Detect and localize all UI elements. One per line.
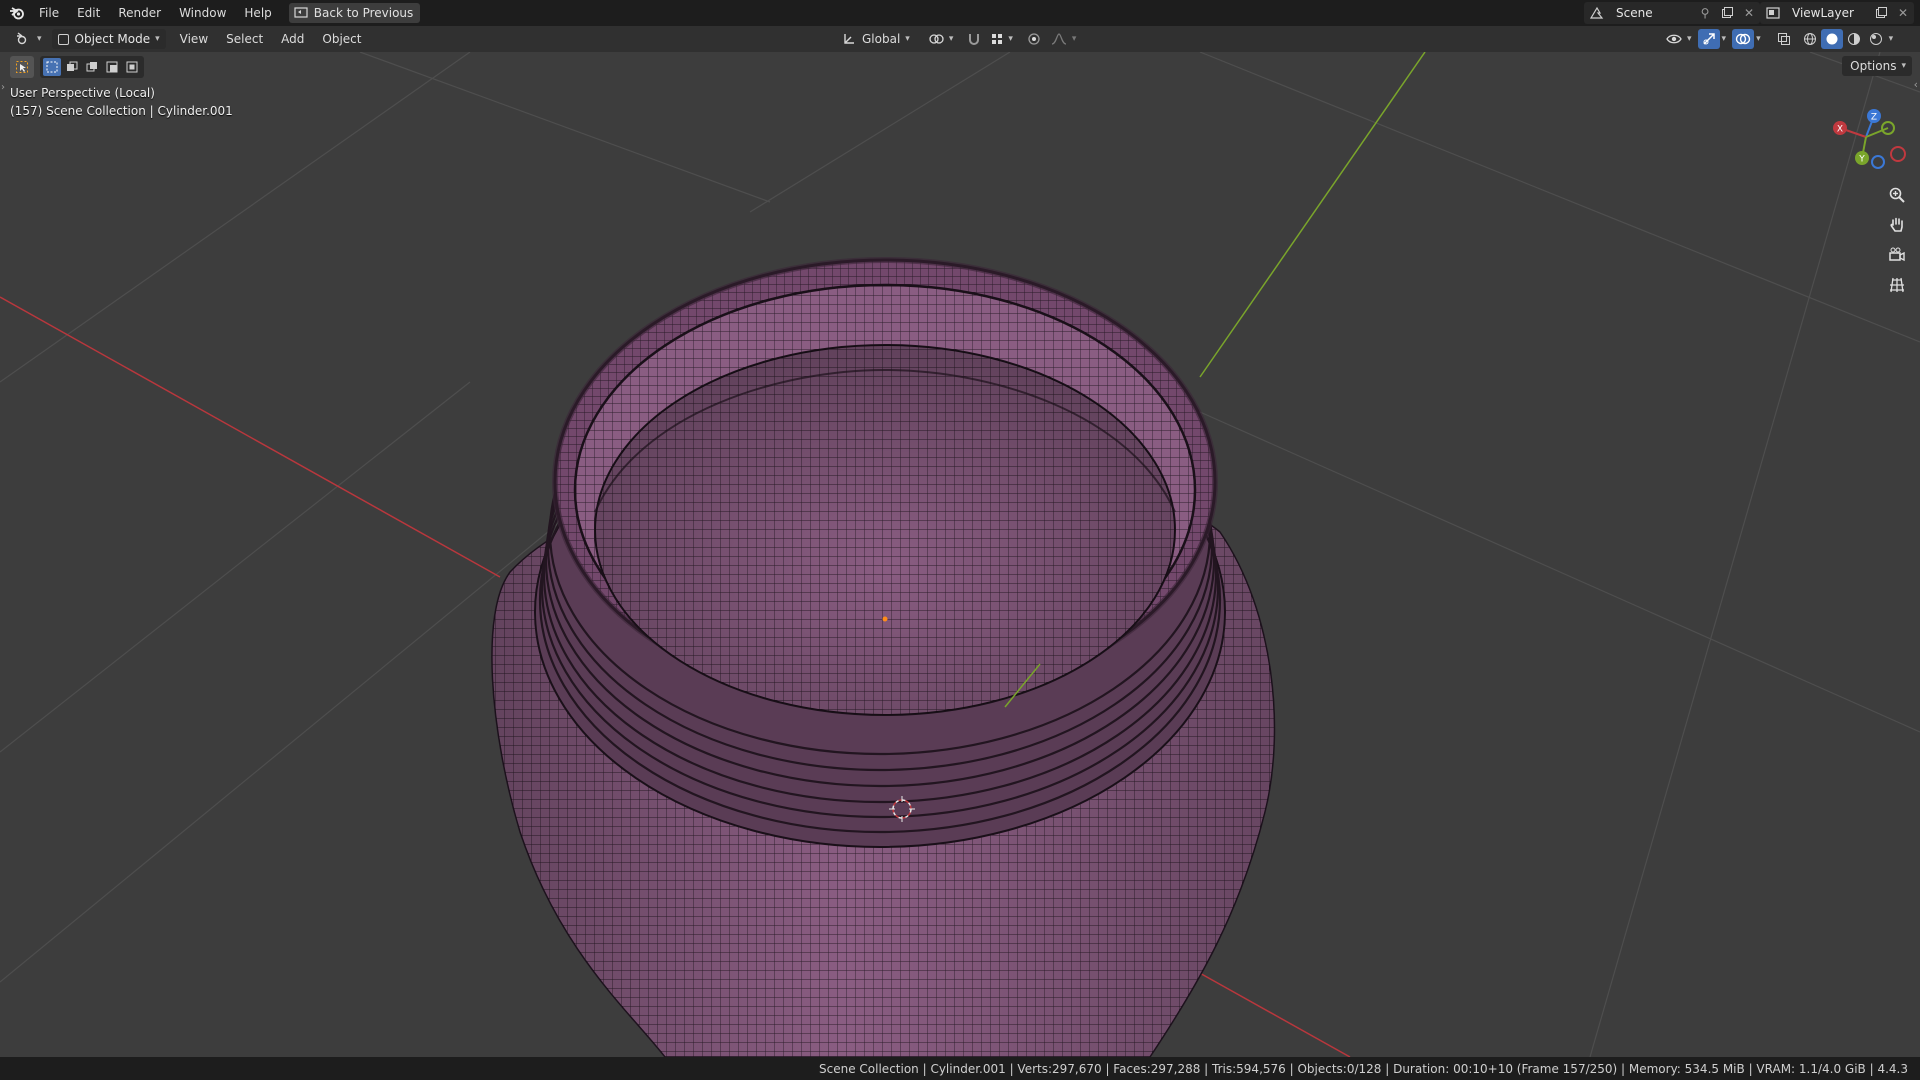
pivot-point-dropdown[interactable]: ▾ xyxy=(922,29,960,49)
delete-viewlayer-icon[interactable]: ✕ xyxy=(1892,6,1914,20)
editor-type-button[interactable]: ▾ xyxy=(10,29,48,49)
snap-grid-icon xyxy=(992,34,1003,44)
chevron-down-icon: ▾ xyxy=(37,34,42,44)
toolbar-toggle-icon[interactable]: › xyxy=(1,82,5,93)
viewport-display-controls: ▾ ▾ ▾ ▾ xyxy=(1660,29,1893,49)
eye-icon xyxy=(1666,34,1682,44)
back-to-previous-button[interactable]: Back to Previous xyxy=(288,3,421,23)
scene-icon xyxy=(1584,6,1610,20)
shading-dropdown-chevron-icon[interactable]: ▾ xyxy=(1889,34,1894,44)
solid-shading-icon[interactable] xyxy=(1820,29,1843,49)
gizmo-neg-x-axis[interactable] xyxy=(1890,146,1906,162)
top-menu-bar: File Edit Render Window Help Back to Pre… xyxy=(0,0,1920,26)
chevron-down-icon: ▾ xyxy=(1071,34,1077,44)
blender-logo-icon[interactable] xyxy=(4,0,30,26)
falloff-curve-icon xyxy=(1051,33,1067,45)
object-origin xyxy=(882,616,888,622)
new-viewlayer-icon[interactable] xyxy=(1870,7,1892,19)
new-scene-icon[interactable] xyxy=(1716,7,1738,19)
select-subtract-icon[interactable] xyxy=(83,58,101,76)
gizmo-y-label: Y xyxy=(1858,155,1865,165)
scene-statistics: Scene Collection | Cylinder.001 | Verts:… xyxy=(819,1061,1908,1076)
gizmo-dropdown-chevron-icon[interactable]: ▾ xyxy=(1722,34,1727,44)
select-intersect-icon[interactable] xyxy=(123,58,141,76)
object-visibility-dropdown[interactable]: ▾ xyxy=(1660,29,1698,49)
chevron-down-icon: ▾ xyxy=(905,34,910,44)
viewlayer-icon xyxy=(1760,7,1786,19)
blender-window: File Edit Render Window Help Back to Pre… xyxy=(0,0,1920,1080)
options-dropdown[interactable]: Options ▾ xyxy=(1842,56,1912,76)
delete-scene-icon[interactable]: ✕ xyxy=(1738,6,1760,20)
y-axis-line xyxy=(1199,52,1426,378)
gizmo-z-label: Z xyxy=(1871,113,1877,123)
gizmo-x-label: X xyxy=(1837,125,1843,135)
chevron-down-icon: ▾ xyxy=(155,34,160,44)
transform-controls: Global ▾ ▾ ▾ ▾ xyxy=(836,29,1082,49)
xray-toggle-icon[interactable] xyxy=(1773,29,1795,49)
select-new-icon[interactable] xyxy=(43,58,61,76)
menu-file[interactable]: File xyxy=(30,0,68,26)
view-perspective-label: User Perspective (Local) xyxy=(10,86,155,100)
chevron-down-icon: ▾ xyxy=(948,34,954,44)
3d-viewport[interactable]: User Perspective (Local) (157) Scene Col… xyxy=(0,52,1920,1057)
proportional-edit-icon[interactable] xyxy=(1023,29,1045,49)
mode-label: Object Mode xyxy=(74,32,151,46)
status-bar: Scene Collection | Cylinder.001 | Verts:… xyxy=(0,1057,1920,1080)
tool-settings-row xyxy=(10,56,144,78)
wireframe-shading-icon[interactable] xyxy=(1799,29,1821,49)
jar-mesh[interactable] xyxy=(491,257,1276,1057)
object-mode-icon xyxy=(57,33,69,45)
mode-dropdown[interactable]: Object Mode ▾ xyxy=(51,29,166,49)
sidebar-toggle-icon[interactable]: ‹ xyxy=(1914,78,1918,91)
chevron-down-icon: ▾ xyxy=(1687,34,1692,44)
select-invert-icon[interactable] xyxy=(103,58,121,76)
select-tool-icon[interactable] xyxy=(10,56,34,78)
menu-render[interactable]: Render xyxy=(109,0,170,26)
x-axis-line xyxy=(0,296,501,578)
x-axis-line-lower xyxy=(1179,961,1351,1057)
menu-object[interactable]: Object xyxy=(316,29,367,49)
menu-edit[interactable]: Edit xyxy=(68,0,109,26)
rendered-shading-icon[interactable] xyxy=(1865,29,1887,49)
zoom-icon[interactable] xyxy=(1884,182,1910,208)
navigation-gizmo[interactable]: Z X Y xyxy=(1826,94,1906,174)
chevron-down-icon: ▾ xyxy=(1008,34,1013,44)
editor-type-icon xyxy=(17,32,27,45)
snap-target-dropdown[interactable]: ▾ xyxy=(985,29,1019,49)
viewport-scene[interactable] xyxy=(0,52,1920,1057)
viewlayer-name[interactable]: ViewLayer xyxy=(1786,6,1870,20)
chevron-down-icon: ▾ xyxy=(1901,61,1906,71)
back-to-previous-label: Back to Previous xyxy=(313,6,414,20)
gizmo-toggle-icon[interactable] xyxy=(1697,29,1720,49)
overlays-dropdown-chevron-icon[interactable]: ▾ xyxy=(1756,34,1761,44)
pin-icon[interactable]: ⚲ xyxy=(1694,6,1716,20)
snap-toggle-icon[interactable] xyxy=(963,29,985,49)
viewport-header: ▾ Object Mode ▾ View Select Add Object G… xyxy=(0,26,1920,52)
select-extend-icon[interactable] xyxy=(63,58,81,76)
back-screen-icon xyxy=(294,7,308,18)
orientation-label: Global xyxy=(862,32,901,46)
material-preview-shading-icon[interactable] xyxy=(1843,29,1865,49)
orientation-icon xyxy=(844,34,854,44)
scene-selector[interactable]: Scene ⚲ ✕ xyxy=(1584,2,1760,24)
selection-mode-group xyxy=(40,56,144,78)
falloff-dropdown[interactable]: ▾ xyxy=(1045,29,1083,49)
pivot-icon xyxy=(929,34,944,44)
gizmo-neg-z-axis[interactable] xyxy=(1871,155,1885,169)
menu-select[interactable]: Select xyxy=(220,29,269,49)
menu-view[interactable]: View xyxy=(174,29,214,49)
pan-hand-icon[interactable] xyxy=(1884,212,1910,238)
options-label: Options xyxy=(1850,59,1897,73)
scene-collection-label: (157) Scene Collection | Cylinder.001 xyxy=(10,104,233,118)
menu-help[interactable]: Help xyxy=(235,0,280,26)
overlays-toggle-icon[interactable] xyxy=(1732,29,1755,49)
viewlayer-selector[interactable]: ViewLayer ✕ xyxy=(1760,2,1914,24)
camera-view-icon[interactable] xyxy=(1884,242,1910,268)
menu-add[interactable]: Add xyxy=(275,29,310,49)
menu-window[interactable]: Window xyxy=(170,0,235,26)
scene-name[interactable]: Scene xyxy=(1610,6,1694,20)
orthographic-grid-icon[interactable] xyxy=(1884,272,1910,298)
transform-orientation-dropdown[interactable]: Global ▾ xyxy=(836,29,916,49)
